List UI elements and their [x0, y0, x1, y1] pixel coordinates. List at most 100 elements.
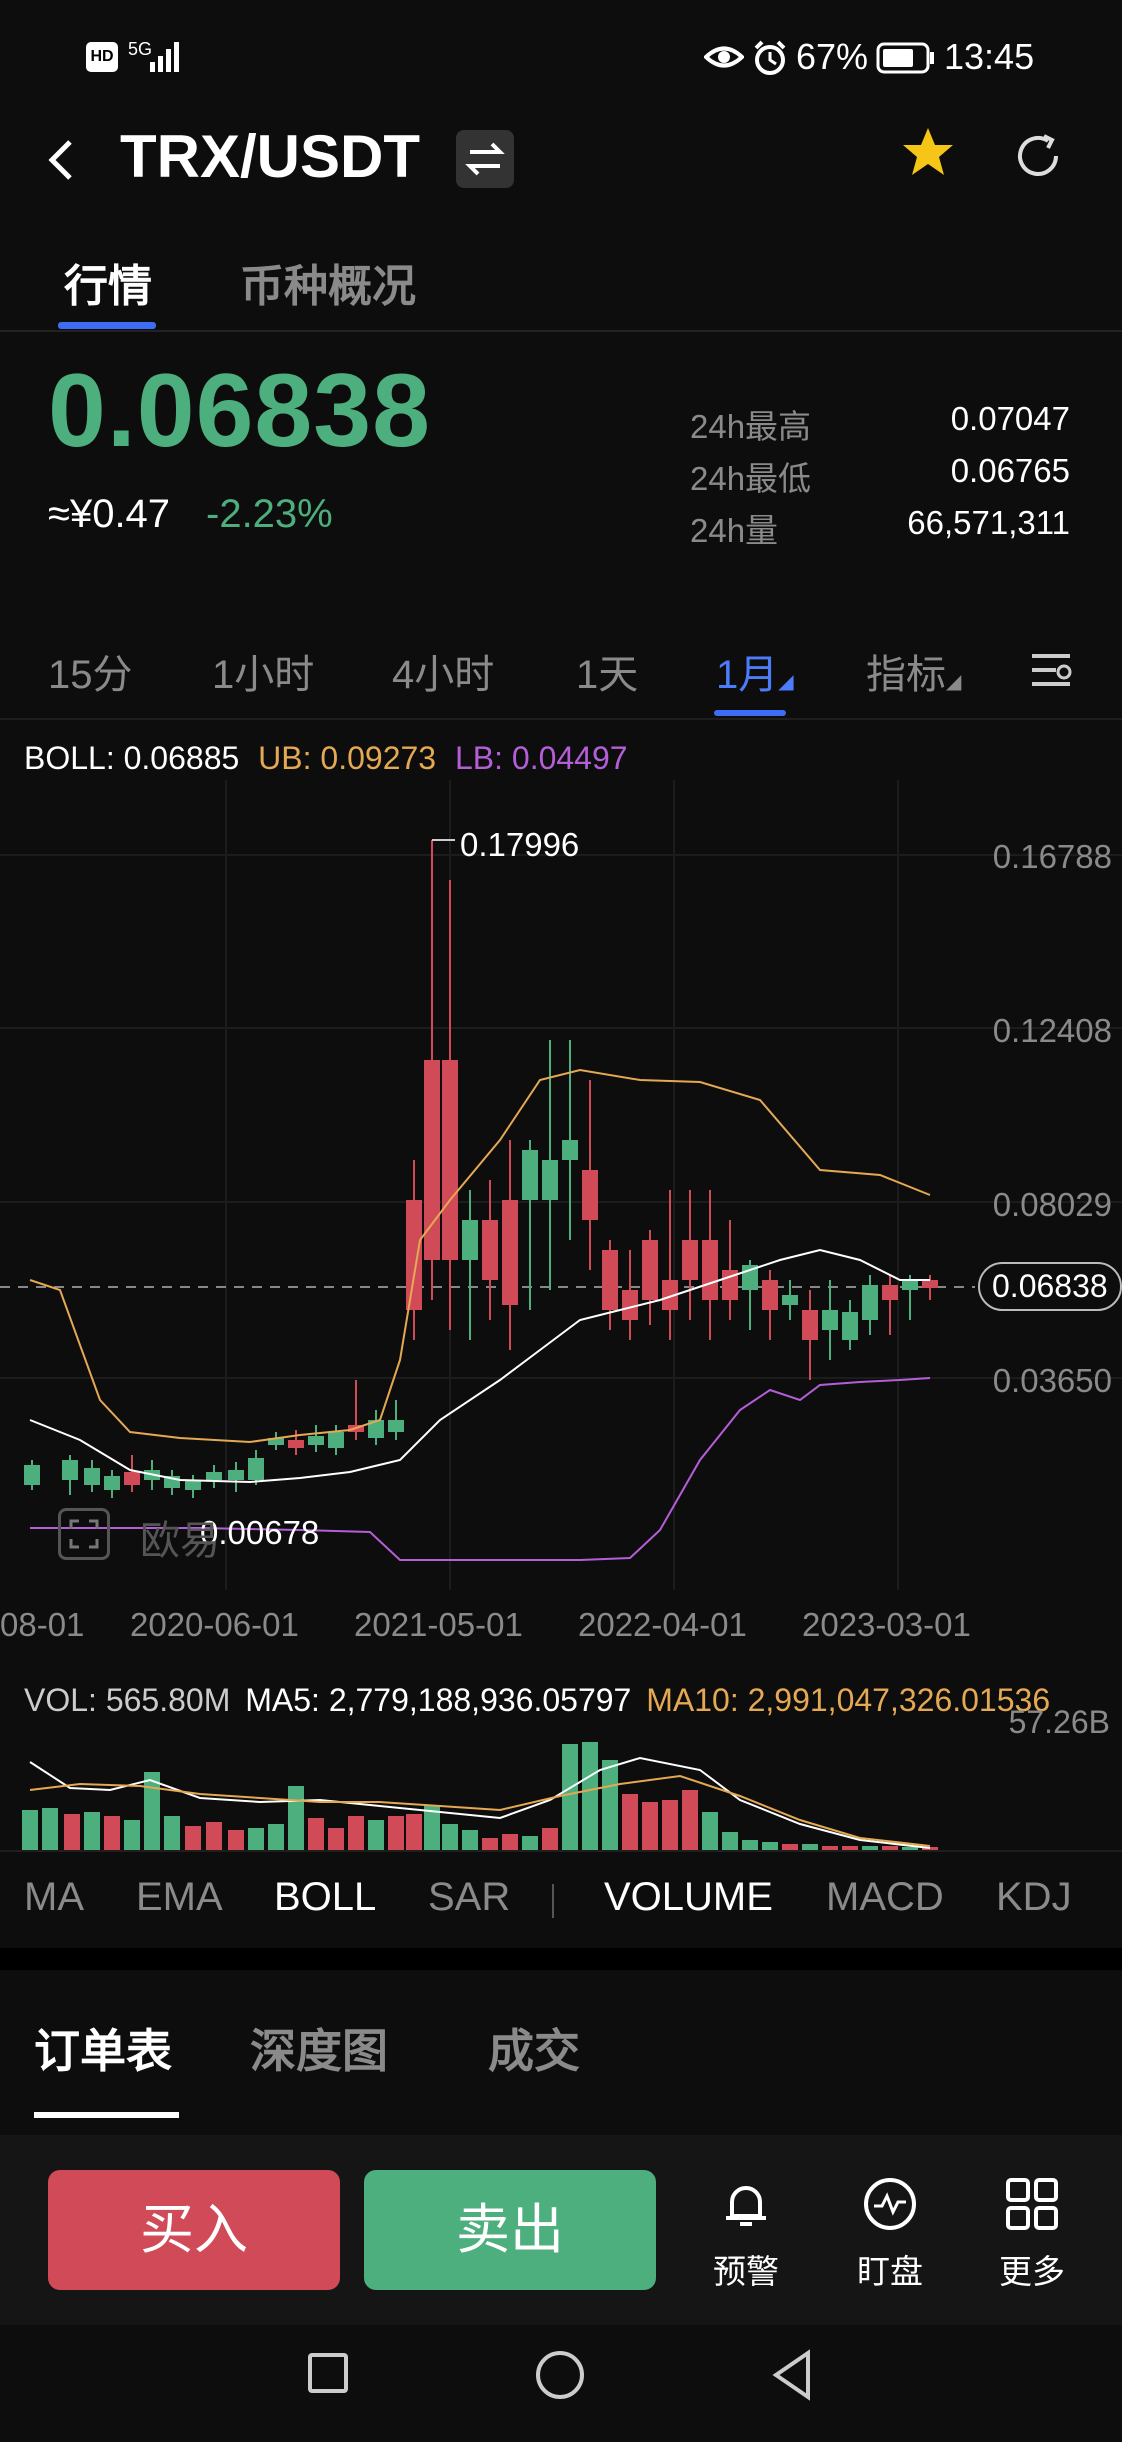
change-percent: -2.23%	[206, 492, 333, 536]
candle-body	[542, 1160, 558, 1200]
candle-body	[288, 1440, 304, 1448]
swap-icon	[465, 142, 505, 176]
volume-bar	[582, 1742, 598, 1850]
system-nav-bar	[0, 2325, 1122, 2442]
network-label: 5G	[128, 39, 153, 59]
indicator-ma[interactable]: MA	[24, 1875, 84, 1920]
volume-bar	[562, 1744, 578, 1850]
indicator-volume[interactable]: VOLUME	[604, 1875, 773, 1920]
hd-badge: HD	[86, 42, 118, 72]
fullscreen-button[interactable]	[58, 1508, 110, 1560]
x-axis-label: 2023-03-01	[802, 1606, 971, 1643]
candle-body	[682, 1240, 698, 1280]
candle-body	[248, 1458, 264, 1480]
x-axis-label: 2020-06-01	[130, 1606, 299, 1643]
volume-legend: VOL: 565.80M MA5: 2,779,188,936.05797 MA…	[24, 1682, 1050, 1719]
stat-label: 24h量	[690, 512, 779, 549]
candle-body	[308, 1436, 324, 1445]
candle-body	[124, 1472, 140, 1485]
candle-body	[802, 1310, 818, 1340]
cny-price: ≈¥0.47	[48, 492, 171, 536]
tab-trades[interactable]: 成交	[488, 2015, 580, 2081]
star-icon	[903, 128, 953, 175]
tab-market[interactable]: 行情	[64, 250, 152, 314]
tab-underline	[58, 322, 156, 329]
vol-value: VOL: 565.80M	[24, 1682, 231, 1718]
timeframe-1d[interactable]: 1天	[576, 642, 638, 700]
timeframe-1mo[interactable]: 1月◢	[716, 642, 794, 700]
y-axis-label: 0.16788	[992, 838, 1112, 875]
high-label: 0.17996	[460, 826, 580, 863]
candle-body	[406, 1200, 422, 1310]
alarm-icon	[754, 40, 786, 75]
indicator-sar[interactable]: SAR	[428, 1875, 510, 1920]
stat-value: 0.06765	[950, 452, 1070, 489]
candle-body	[562, 1140, 578, 1160]
candle-body	[902, 1280, 918, 1290]
candle-body	[328, 1432, 344, 1448]
candle-body	[702, 1240, 718, 1300]
favorite-button[interactable]	[900, 124, 956, 194]
volume-bar	[308, 1818, 324, 1850]
swap-pair-button[interactable]	[456, 130, 514, 188]
stat-value: 0.07047	[950, 400, 1070, 437]
volume-bar	[288, 1786, 304, 1850]
indicator-ema[interactable]: EMA	[136, 1875, 223, 1920]
candle-body	[862, 1285, 878, 1320]
volume-bar	[702, 1812, 718, 1850]
last-price: 0.06838	[48, 353, 431, 469]
candle-body	[822, 1310, 838, 1330]
status-bar: HD 5G 67% 13:45	[0, 0, 1122, 115]
battery-icon	[876, 42, 934, 74]
timeframe-15m[interactable]: 15分	[48, 642, 133, 700]
tab-orderbook[interactable]: 订单表	[34, 2015, 172, 2081]
volume-bar	[482, 1838, 498, 1850]
volume-bar	[462, 1830, 478, 1850]
bell-icon	[726, 2186, 766, 2226]
settings-icon	[1032, 654, 1072, 686]
volume-chart	[22, 1742, 938, 1850]
candle-body	[502, 1200, 518, 1305]
volume-bar	[84, 1812, 100, 1850]
alert-button[interactable]: 预警	[686, 2176, 806, 2293]
alert-label: 预警	[713, 2253, 779, 2290]
candle-body	[522, 1150, 538, 1200]
candle-body	[642, 1240, 658, 1300]
x-axis-label: 2022-04-01	[578, 1606, 747, 1643]
chart-settings-button[interactable]	[1030, 650, 1074, 695]
sell-button[interactable]: 卖出	[364, 2170, 656, 2290]
volume-bar	[206, 1822, 222, 1850]
tab-coin-overview[interactable]: 币种概况	[240, 250, 416, 314]
indicator-macd[interactable]: MACD	[826, 1875, 944, 1920]
pulse-icon	[864, 2178, 916, 2230]
buy-button[interactable]: 买入	[48, 2170, 340, 2290]
home-icon[interactable]	[534, 2349, 586, 2401]
recents-icon[interactable]	[306, 2351, 350, 2395]
timeframe-underline	[714, 710, 786, 716]
candle-body	[882, 1285, 898, 1300]
volume-bar	[22, 1810, 38, 1850]
volume-bar	[368, 1820, 384, 1850]
boll-mid	[29, 1248, 930, 1484]
more-label: 更多	[999, 2253, 1065, 2290]
candle-body	[228, 1470, 244, 1480]
indicator-boll[interactable]: BOLL	[274, 1875, 376, 1920]
watch-button[interactable]: 盯盘	[830, 2176, 950, 2293]
stat-label: 24h最低	[690, 460, 812, 497]
indicator-kdj[interactable]: KDJ	[996, 1875, 1072, 1920]
more-button[interactable]: 更多	[972, 2176, 1092, 2293]
tab-depth[interactable]: 深度图	[250, 2015, 388, 2081]
indicator-menu[interactable]: 指标◢	[866, 642, 961, 700]
back-button[interactable]	[40, 130, 80, 190]
candle-body	[602, 1250, 618, 1310]
share-button[interactable]	[1010, 128, 1066, 184]
candle-body	[842, 1312, 858, 1340]
volume-bar	[406, 1814, 422, 1850]
vol-max-label: 57.26B	[1008, 1704, 1110, 1740]
back-nav-icon[interactable]	[770, 2349, 814, 2401]
candle-body	[762, 1280, 778, 1310]
pair-title: TRX/USDT	[120, 123, 420, 190]
timeframe-1h[interactable]: 1小时	[212, 642, 314, 700]
volume-bar	[248, 1828, 264, 1850]
timeframe-4h[interactable]: 4小时	[392, 642, 494, 700]
